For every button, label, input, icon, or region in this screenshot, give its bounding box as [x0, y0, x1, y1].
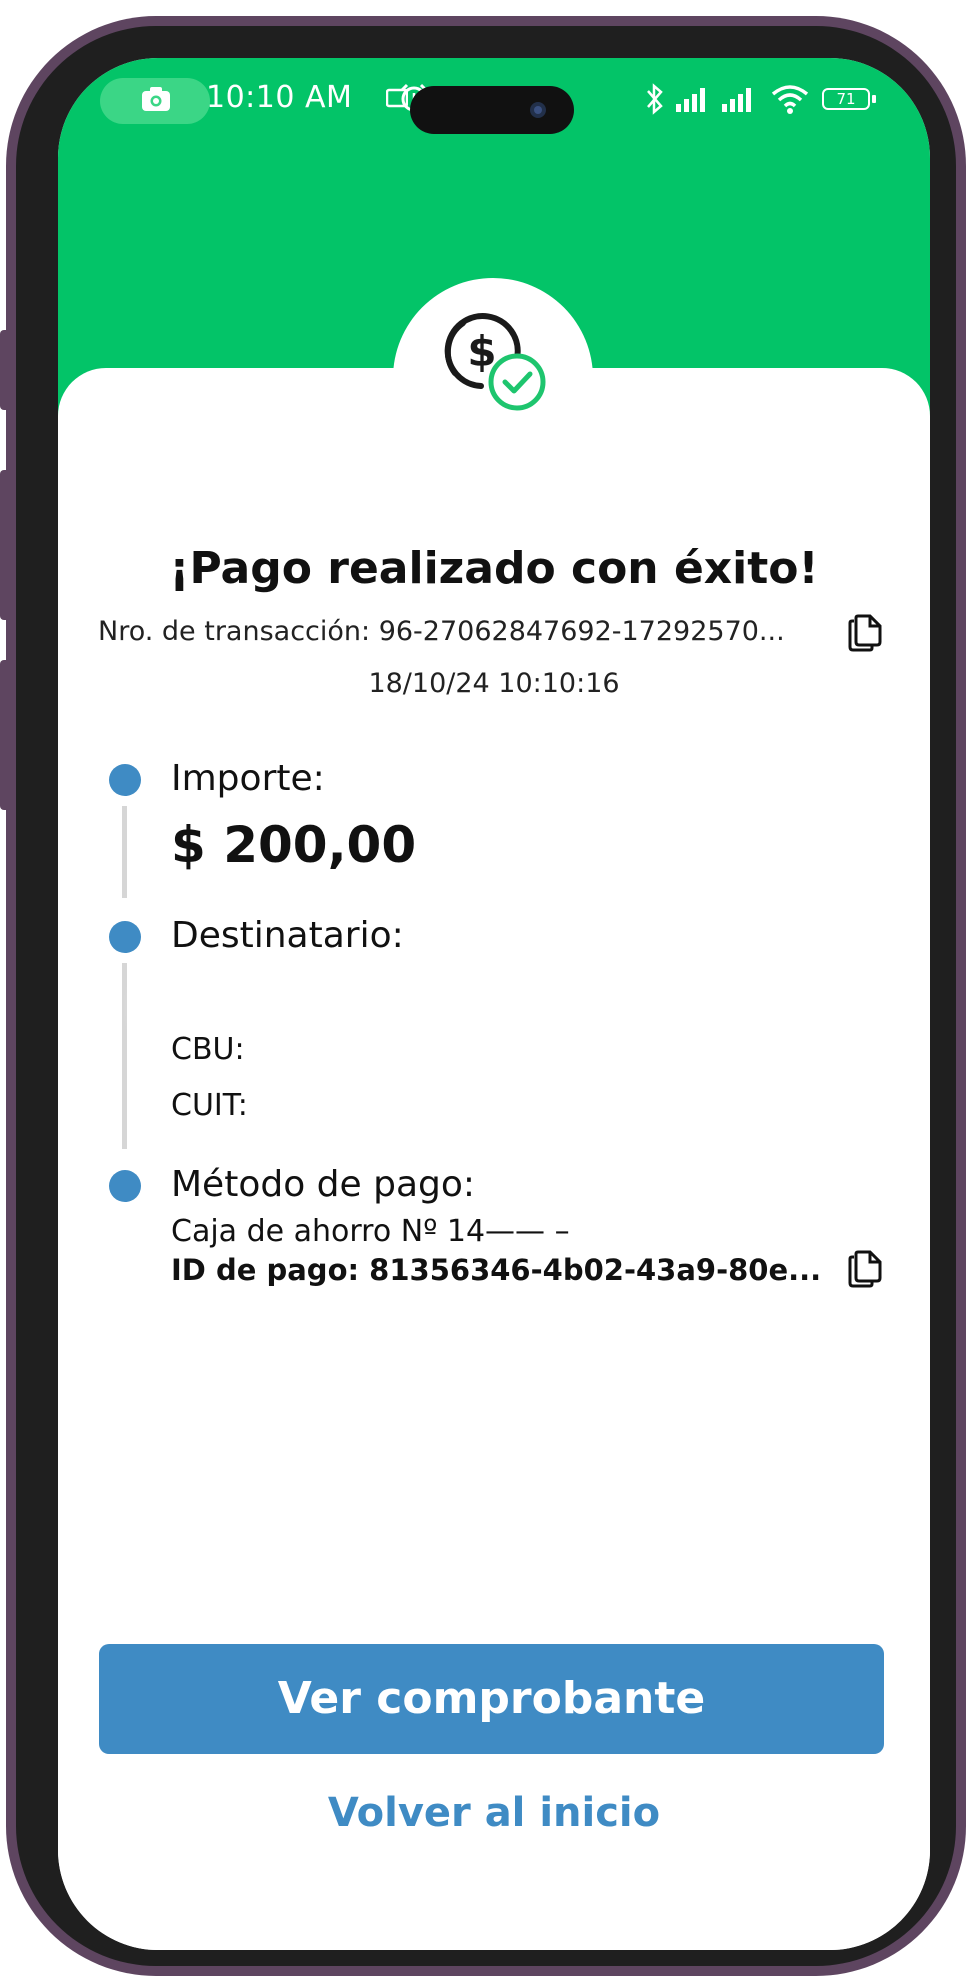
battery-icon: 71	[822, 88, 870, 110]
timeline-dot	[109, 921, 141, 953]
phone-side-button	[0, 660, 10, 810]
phone-side-button	[0, 470, 10, 620]
payment-method-label: Método de pago:	[171, 1164, 476, 1205]
transaction-number: Nro. de transacción: 96-27062847692-1729…	[98, 616, 785, 647]
redacted-cbu	[268, 1024, 768, 1078]
status-bar: 10:10 AM 71	[58, 58, 930, 138]
bluetooth-icon	[647, 83, 663, 115]
wifi-icon	[771, 85, 809, 114]
status-time: 10:10 AM	[206, 80, 353, 115]
back-home-link[interactable]: Volver al inicio	[58, 1790, 930, 1836]
timeline-line	[122, 806, 127, 898]
dollar-check-icon: $	[444, 313, 546, 411]
camera-notch	[410, 86, 574, 134]
signal-icon	[676, 88, 705, 112]
redacted-cuit	[268, 1082, 588, 1136]
recipient-label: Destinatario:	[171, 915, 404, 956]
signal-icon	[722, 88, 751, 112]
success-title: ¡Pago realizado con éxito!	[169, 543, 819, 594]
gmail-icon	[386, 88, 408, 108]
payment-icon-badge: $	[393, 278, 593, 478]
cbu-label: CBU:	[171, 1032, 245, 1067]
camera-icon	[142, 87, 170, 111]
screen-record-indicator	[100, 78, 210, 124]
transaction-datetime: 18/10/24 10:10:16	[368, 668, 620, 699]
cuit-label: CUIT:	[171, 1088, 248, 1123]
battery-level: 71	[836, 90, 856, 108]
copy-icon[interactable]	[848, 1250, 882, 1288]
battery-tip	[872, 95, 876, 103]
timeline-dot	[109, 764, 141, 796]
phone-screen: 10:10 AM 71 $ ¡Pago realizado con éxito!…	[58, 58, 930, 1950]
timeline-line	[122, 963, 127, 1149]
copy-icon[interactable]	[848, 614, 882, 652]
amount-label: Importe:	[171, 758, 325, 799]
amount-value: $ 200,00	[171, 816, 417, 874]
front-camera-icon	[530, 102, 546, 118]
account-info: Caja de ahorro Nº 14—— –	[171, 1214, 570, 1249]
payment-id: ID de pago: 81356346-4b02-43a9-80e...	[171, 1253, 822, 1287]
timeline-dot	[109, 1170, 141, 1202]
view-receipt-button[interactable]: Ver comprobante	[99, 1644, 884, 1754]
phone-side-button	[0, 330, 10, 410]
